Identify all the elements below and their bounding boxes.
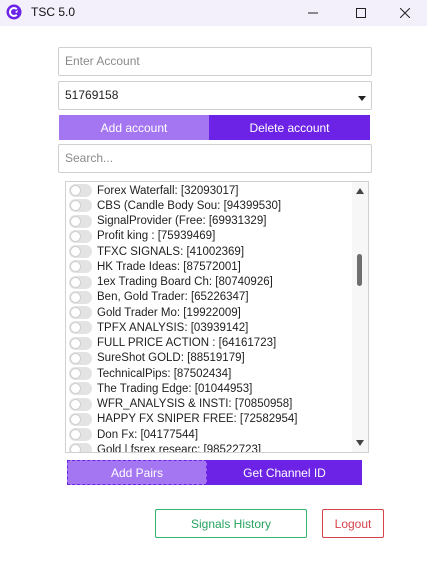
channel-list-item[interactable]: The Trading Edge: [01044953]: [66, 381, 352, 396]
channel-label: FULL PRICE ACTION : [64161723]: [97, 337, 277, 349]
minimize-button[interactable]: [290, 0, 336, 26]
scroll-up-icon[interactable]: [356, 188, 364, 194]
toggle-switch[interactable]: [69, 321, 92, 335]
channel-label: Don Fx: [04177544]: [97, 428, 199, 441]
toggle-switch[interactable]: [69, 443, 92, 452]
title-bar: TSC 5.0: [0, 0, 427, 26]
channel-list-item[interactable]: TechnicalPips: [87502434]: [66, 366, 352, 381]
list-scrollbar[interactable]: [352, 182, 368, 452]
toggle-switch[interactable]: [69, 275, 92, 289]
toggle-switch[interactable]: [69, 351, 92, 365]
maximize-icon: [356, 8, 366, 18]
channel-list-item[interactable]: Gold Trader Mo: [19922009]: [66, 305, 352, 320]
close-button[interactable]: [382, 0, 427, 26]
toggle-switch[interactable]: [69, 229, 92, 243]
channel-label: HAPPY FX SNIPER FREE: [72582954]: [97, 413, 298, 426]
channel-list[interactable]: Forex Waterfall: [32093017] CBS (Candle B…: [65, 181, 369, 453]
add-account-button[interactable]: Add account: [59, 115, 209, 140]
account-select-value: 51769158: [65, 88, 119, 102]
toggle-switch[interactable]: [69, 397, 92, 411]
channel-label: WFR_ANALYSIS & INSTI: [70850958]: [97, 398, 293, 410]
channel-label: Gold | fsrex researc: [98522723]: [97, 443, 262, 453]
toggle-switch[interactable]: [69, 184, 92, 197]
add-pairs-button[interactable]: Add Pairs: [67, 460, 207, 485]
toggle-switch[interactable]: [69, 199, 92, 213]
toggle-switch[interactable]: [69, 245, 92, 258]
channel-label: Forex Waterfall: [32093017]: [97, 184, 239, 197]
toggle-switch[interactable]: [69, 260, 92, 274]
channel-list-item[interactable]: Gold | fsrex researc: [98522723]: [66, 442, 352, 453]
toggle-switch[interactable]: [69, 290, 92, 304]
channel-list-item[interactable]: HAPPY FX SNIPER FREE: [72582954]: [66, 412, 352, 427]
channel-list-item[interactable]: Profit king : [75939469]: [66, 229, 352, 244]
scroll-thumb[interactable]: [357, 254, 362, 286]
channel-list-item[interactable]: Don Fx: [04177544]: [66, 427, 352, 442]
channel-list-item[interactable]: FULL PRICE ACTION : [64161723]: [66, 336, 352, 351]
window-title: TSC 5.0: [31, 5, 76, 19]
get-channel-id-button[interactable]: Get Channel ID: [207, 460, 362, 485]
channel-label: 1ex Trading Board Ch: [80740926]: [97, 276, 273, 288]
channel-list-item[interactable]: CBS (Candle Body Sou: [94399530]: [66, 198, 352, 213]
channel-list-item[interactable]: 1ex Trading Board Ch: [80740926]: [66, 275, 352, 290]
channel-label: SureShot GOLD: [88519179]: [97, 352, 245, 365]
channel-list-item[interactable]: Forex Waterfall: [32093017]: [66, 183, 352, 198]
channel-list-item[interactable]: SureShot GOLD: [88519179]: [66, 351, 352, 366]
search-input[interactable]: Search...: [58, 144, 372, 173]
channel-list-item[interactable]: SignalProvider (Free: [69931329]: [66, 214, 352, 229]
channel-list-item[interactable]: TPFX ANALYSIS: [03939142]: [66, 320, 352, 335]
account-input[interactable]: Enter Account: [58, 47, 372, 76]
channel-label: Profit king : [75939469]: [97, 230, 216, 243]
toggle-switch[interactable]: [69, 306, 92, 319]
scroll-down-icon[interactable]: [356, 440, 364, 446]
minimize-icon: [308, 12, 318, 14]
channel-label: TechnicalPips: [87502434]: [97, 367, 232, 380]
signals-history-button[interactable]: Signals History: [155, 509, 307, 538]
channel-label: The Trading Edge: [01044953]: [97, 382, 253, 395]
toggle-switch[interactable]: [69, 382, 92, 396]
tsc-logo-icon: [6, 4, 22, 20]
toggle-switch[interactable]: [69, 214, 92, 228]
channel-label: Gold Trader Mo: [19922009]: [97, 306, 241, 319]
channel-label: Ben, Gold Trader: [65226347]: [97, 291, 249, 304]
channel-list-item[interactable]: TFXC SIGNALS: [41002369]: [66, 244, 352, 259]
delete-account-button[interactable]: Delete account: [209, 115, 370, 140]
channel-label: HK Trade Ideas: [87572001]: [97, 260, 241, 273]
toggle-switch[interactable]: [69, 336, 92, 350]
toggle-switch[interactable]: [69, 412, 92, 426]
channel-list-item[interactable]: WFR_ANALYSIS & INSTI: [70850958]: [66, 397, 352, 412]
toggle-switch[interactable]: [69, 367, 92, 380]
channel-label: TPFX ANALYSIS: [03939142]: [97, 321, 249, 334]
logout-button[interactable]: Logout: [322, 509, 384, 538]
channel-label: CBS (Candle Body Sou: [94399530]: [97, 199, 282, 212]
channel-list-item[interactable]: HK Trade Ideas: [87572001]: [66, 259, 352, 274]
channel-list-item[interactable]: Ben, Gold Trader: [65226347]: [66, 290, 352, 305]
channel-label: TFXC SIGNALS: [41002369]: [97, 245, 245, 258]
chevron-down-icon: [358, 96, 366, 101]
maximize-button[interactable]: [338, 0, 384, 26]
close-icon: [400, 8, 410, 18]
account-select[interactable]: 51769158: [58, 81, 372, 110]
toggle-switch[interactable]: [69, 428, 92, 441]
channel-label: SignalProvider (Free: [69931329]: [97, 215, 267, 227]
